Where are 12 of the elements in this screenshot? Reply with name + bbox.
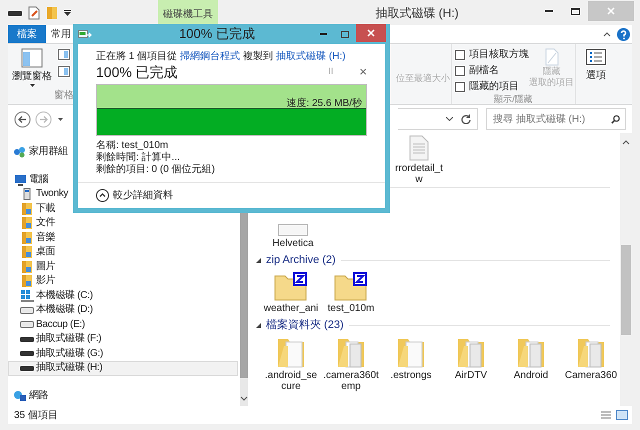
group-label: 顯示/隱藏 — [493, 94, 534, 106]
group-label: 窗格 — [54, 90, 74, 101]
copy-text: 複製到 — [243, 51, 274, 63]
copy-text: 正在將 1 個項目從 — [96, 51, 178, 63]
speed-text: 速度: 25.6 MB/秒 — [286, 98, 362, 110]
status-text: 35 個項目 — [14, 408, 58, 422]
dialog-title: 100% 已完成 — [178, 25, 256, 44]
detail-text: 剩餘的項目: 0 (0 個位元組) — [96, 164, 216, 176]
window-title: 抽取式磁碟 (H:) — [375, 4, 459, 22]
progress-heading: 100% 已完成 — [96, 63, 179, 81]
detail-text: 剩餘時間: 計算中... — [96, 152, 181, 164]
detail-text: 名稱: test_010m — [96, 140, 170, 152]
